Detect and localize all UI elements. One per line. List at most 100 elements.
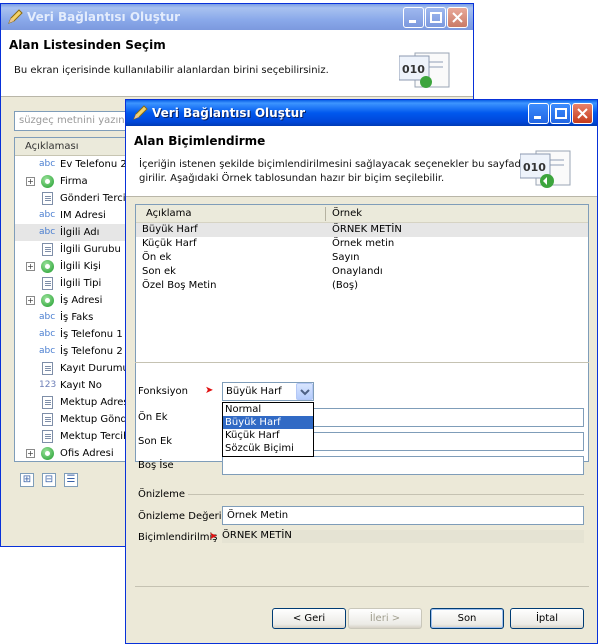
back-button[interactable]: < Geri [272,608,346,629]
text-field-icon: abc [39,210,56,220]
list-item[interactable]: Mektup Tercihi [15,428,133,445]
list-item[interactable]: + İş Adresi [15,292,133,309]
number-field-icon: 123 [39,380,57,390]
svg-text:010: 010 [523,161,546,174]
expand-icon[interactable]: + [26,177,35,186]
close-icon [452,12,463,23]
row-description: Son ek [142,266,176,277]
empty-value-label: Boş İse [138,460,174,471]
list-item[interactable]: + Ofis Adresi [15,445,133,461]
list-view-icon[interactable]: ☰ [64,473,78,487]
group-field-icon [41,260,54,273]
list-item[interactable]: İlgili Tipi [15,275,133,292]
list-item[interactable]: abc IM Adresi [15,207,133,224]
row-example: ÖRNEK METİN [332,224,402,235]
list-item-label: Firma [60,176,88,187]
list-item-label: Kayıt Durumu [60,363,129,374]
filter-input[interactable]: süzgeç metnini yazın [14,111,134,131]
expand-all-icon[interactable]: ⊞ [20,473,34,487]
list-item[interactable]: abc İş Telefonu 2 [15,343,133,360]
wizard-header: Alan Listesinden Seçim Bu ekran içerisin… [1,30,473,97]
text-field-icon: abc [39,312,56,322]
dropdown-option[interactable]: Büyük Harf [223,416,313,429]
empty-value-input[interactable] [222,456,584,475]
page-title: Alan Biçimlendirme [134,134,266,148]
text-field-icon: abc [39,159,56,169]
chevron-down-icon [300,389,310,396]
column-divider[interactable] [325,207,326,221]
row-example: Sayın [332,252,360,263]
finish-button[interactable]: Son [430,608,504,629]
list-item-label: Mektup Gönderimi [60,414,133,425]
column-header-example[interactable]: Örnek [332,208,362,219]
table-row[interactable]: Son ek Onaylandı [136,265,588,279]
text-field-icon: abc [39,227,56,237]
collapse-all-icon[interactable]: ⊟ [42,473,56,487]
list-item[interactable]: + İlgili Kişi [15,258,133,275]
list-header[interactable]: Açıklaması [15,138,133,156]
pen-icon [133,105,148,120]
minimize-button[interactable] [403,7,424,28]
close-button[interactable] [572,103,593,124]
list-item[interactable]: Mektup Adresi [15,394,133,411]
group-field-icon [41,294,54,307]
close-button[interactable] [447,7,468,28]
list-item-label: İlgili Gurubu [60,244,121,255]
document-field-icon [42,243,53,256]
page-description-line2: girilir. Aşağıdaki Örnek tablosundan haz… [139,173,445,184]
list-item[interactable]: abc İş Telefonu 1 [15,326,133,343]
preview-value-input[interactable]: Örnek Metin [222,506,584,525]
list-item[interactable]: İlgili Gurubu [15,241,133,258]
list-item[interactable]: abc Ev Telefonu 2 [15,156,133,173]
title-bar[interactable]: Veri Bağlantısı Oluştur [1,4,473,30]
list-item[interactable]: abc İlgili Adı [15,224,133,241]
maximize-icon [555,108,567,119]
list-item[interactable]: Kayıt Durumu [15,360,133,377]
list-item-label: Mektup Tercihi [60,431,133,442]
maximize-button[interactable] [425,7,446,28]
list-item-label: Ev Telefonu 2 [60,159,127,170]
column-header-description[interactable]: Açıklama [146,208,192,219]
svg-text:010: 010 [402,63,425,76]
list-item-label: Gönderi Tercihi [60,193,134,204]
list-item[interactable]: Gönderi Tercihi [15,190,133,207]
dropdown-button[interactable] [296,383,313,400]
row-description: Ön ek [142,252,172,263]
expand-icon[interactable]: + [26,262,35,271]
cancel-button[interactable]: İptal [510,608,584,629]
list-item[interactable]: abc İş Faks [15,309,133,326]
table-row[interactable]: Özel Boş Metin (Boş) [136,279,588,293]
list-item-label: İlgili Kişi [60,261,101,272]
row-example: Örnek metin [332,238,395,249]
minimize-button[interactable] [528,103,549,124]
table-row[interactable]: Ön ek Sayın [136,251,588,265]
expand-icon[interactable]: + [26,449,35,458]
arrow-indicator-icon: ➤ [209,531,218,542]
row-description: Büyük Harf [142,224,198,235]
list-item[interactable]: + Firma [15,173,133,190]
table-row[interactable]: Küçük Harf Örnek metin [136,237,588,251]
next-button[interactable]: İleri > [348,608,422,629]
list-item-label: İş Faks [60,312,94,323]
expand-icon[interactable]: + [26,296,35,305]
binary-data-icon: 010 [520,150,571,188]
list-item[interactable]: Mektup Gönderimi [15,411,133,428]
table-row[interactable]: Büyük Harf ÖRNEK METİN [136,223,588,237]
text-field-icon: abc [39,346,56,356]
list-item-label: Mektup Adresi [60,397,132,408]
dropdown-option[interactable]: Normal [223,403,313,416]
dropdown-option[interactable]: Küçük Harf [223,429,313,442]
close-icon [577,108,588,119]
function-dropdown[interactable]: Büyük Harf [222,382,314,401]
document-field-icon [42,192,53,205]
title-bar[interactable]: Veri Bağlantısı Oluştur [126,100,597,126]
dropdown-option[interactable]: Sözcük Biçimi [223,442,313,455]
maximize-button[interactable] [550,103,571,124]
list-item-label: İlgili Tipi [60,278,102,289]
arrow-indicator-icon: ➤ [205,385,214,396]
suffix-label: Son Ek [138,436,173,447]
minimize-icon [534,116,541,119]
list-item-label: İş Telefonu 1 [60,329,123,340]
row-description: Küçük Harf [142,238,197,249]
list-item[interactable]: 123 Kayıt No [15,377,133,394]
